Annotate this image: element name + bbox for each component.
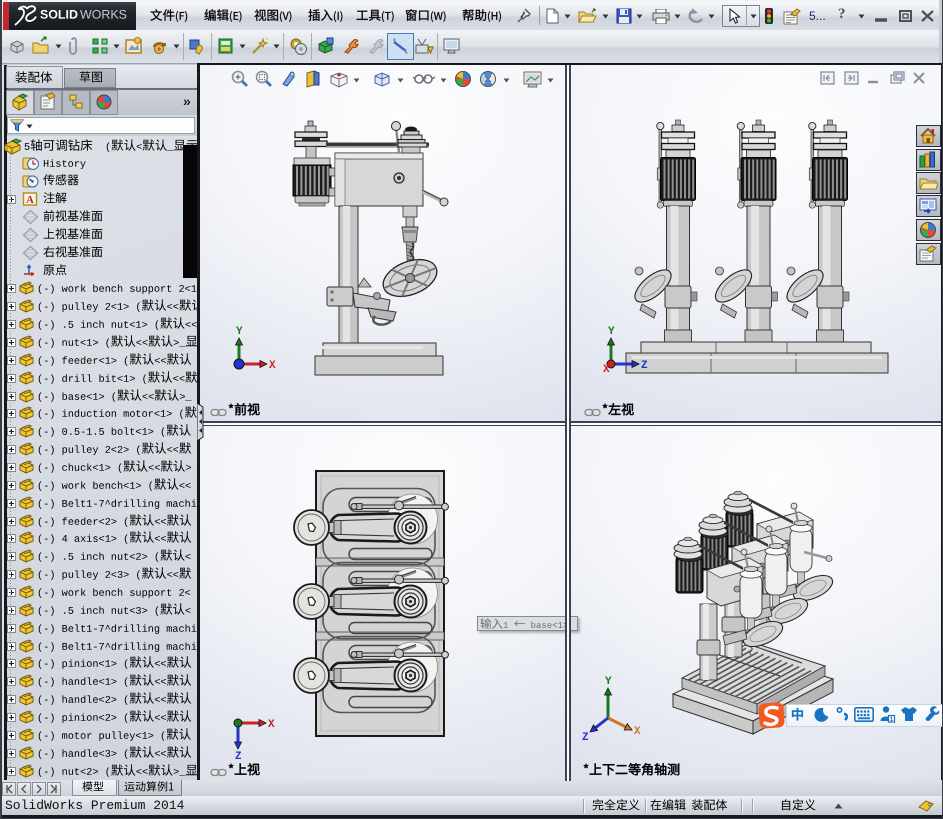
svg-text:X: X	[634, 726, 641, 738]
svg-text:Z: Z	[641, 360, 648, 372]
svg-text:X: X	[269, 360, 276, 372]
svg-text:A: A	[26, 194, 34, 206]
svg-text:Y: Y	[608, 326, 615, 338]
svg-text:Z: Z	[582, 732, 589, 744]
svg-text:X: X	[603, 364, 610, 376]
svg-text:X: X	[268, 719, 275, 731]
svg-text:Y: Y	[236, 326, 243, 338]
svg-text:Z: Z	[235, 751, 242, 763]
svg-text:Y: Y	[605, 676, 612, 688]
